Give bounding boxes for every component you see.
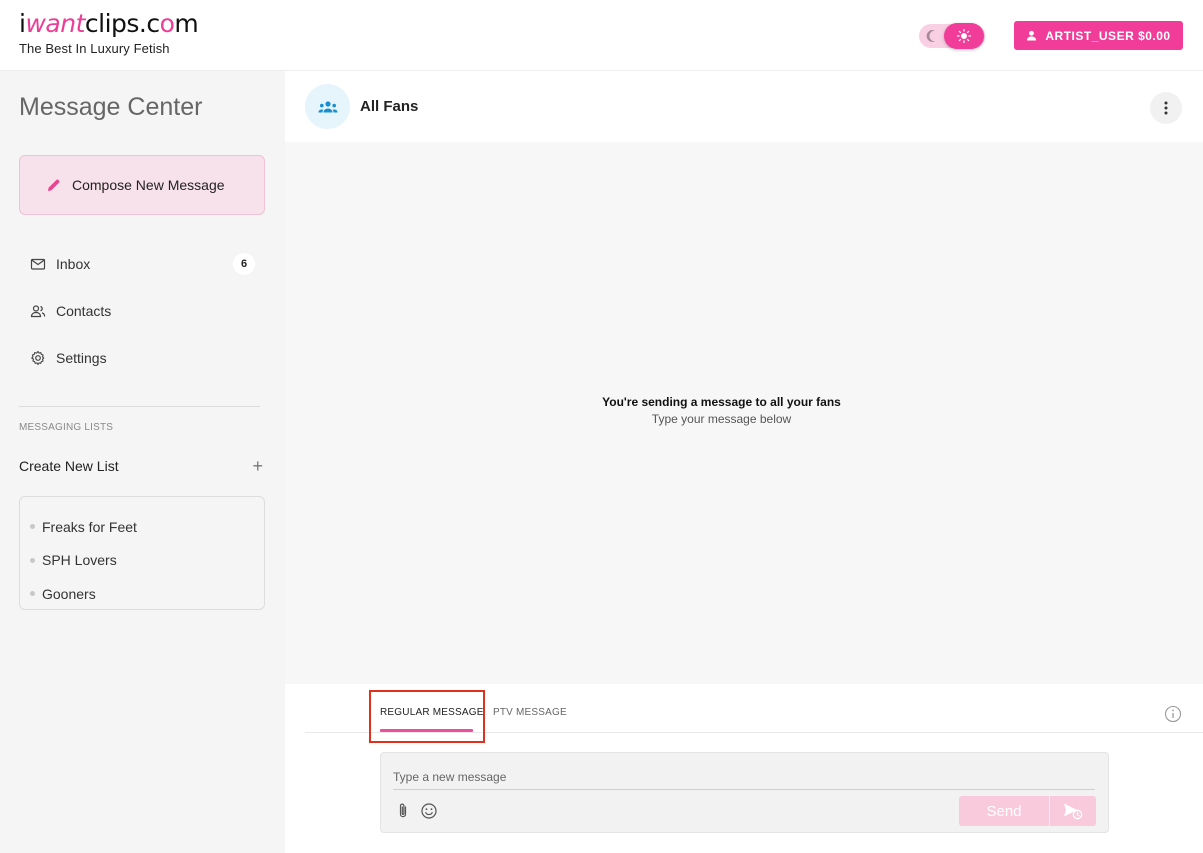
paperclip-icon[interactable] (395, 802, 411, 820)
schedule-send-icon (1064, 803, 1083, 820)
sun-icon (957, 29, 971, 43)
site-logo[interactable]: iwantclips.com The Best In Luxury Fetish (19, 9, 199, 57)
create-new-list[interactable]: Create New List + (19, 457, 263, 475)
messaging-lists-heading: MESSAGING LISTS (19, 422, 114, 433)
empty-state-title: You're sending a message to all your fan… (602, 395, 841, 409)
unread-count-badge: 6 (233, 253, 255, 275)
message-input[interactable] (393, 765, 1095, 790)
info-icon[interactable] (1164, 705, 1182, 723)
vertical-dots-icon (1164, 101, 1168, 115)
theme-toggle[interactable] (919, 23, 985, 49)
bullet-icon (30, 591, 35, 597)
send-button[interactable]: Send (959, 796, 1049, 826)
plus-icon[interactable]: + (252, 457, 263, 475)
schedule-send-button[interactable] (1050, 796, 1096, 826)
logo-text: iwantclips.com (19, 9, 199, 38)
group-avatar (305, 84, 350, 129)
conversation-panel: All Fans You're sending a message to all… (285, 71, 1203, 853)
more-options-button[interactable] (1150, 92, 1182, 124)
sidebar-item-settings[interactable]: Settings (30, 346, 255, 370)
emoji-icon[interactable] (420, 802, 438, 820)
mail-icon (30, 256, 46, 272)
empty-state-subtitle: Type your message below (651, 412, 792, 426)
sidebar-item-label: Contacts (56, 303, 112, 319)
message-type-tabs: REGULAR MESSAGE PTV MESSAGE (305, 684, 1203, 743)
moon-icon (926, 30, 935, 42)
list-item[interactable]: Gooners (20, 577, 264, 611)
sun-toggle-knob[interactable] (944, 23, 984, 49)
person-icon (1027, 30, 1037, 41)
compose-message-button[interactable]: Compose New Message (19, 155, 265, 215)
sidebar-divider (19, 406, 260, 407)
highlight-annotation (369, 690, 485, 743)
list-item[interactable]: SPH Lovers (20, 544, 264, 578)
sidebar-item-contacts[interactable]: Contacts (30, 299, 255, 323)
gear-icon (30, 350, 46, 366)
compose-label: Compose New Message (72, 177, 225, 193)
bullet-icon (30, 557, 35, 563)
top-header: iwantclips.com The Best In Luxury Fetish… (0, 0, 1203, 71)
contacts-icon (30, 303, 46, 319)
sidebar-item-label: Settings (56, 350, 107, 366)
create-list-label: Create New List (19, 458, 119, 474)
list-item[interactable]: Freaks for Feet (20, 510, 264, 544)
group-icon (318, 100, 337, 112)
logo-tagline: The Best In Luxury Fetish (19, 41, 170, 56)
page-title: Message Center (19, 93, 203, 121)
account-button-label: ARTIST_USER $0.00 (1045, 28, 1171, 43)
message-composer: Send (380, 752, 1109, 833)
sidebar: Message Center Compose New Message Inbox… (0, 71, 285, 853)
messaging-lists: Freaks for Feet SPH Lovers Gooners (19, 496, 265, 610)
pencil-icon (48, 179, 60, 191)
sidebar-item-inbox[interactable]: Inbox 6 (30, 252, 255, 276)
conversation-header: All Fans (285, 71, 1203, 142)
account-button[interactable]: ARTIST_USER $0.00 (1014, 21, 1183, 50)
message-thread: You're sending a message to all your fan… (285, 142, 1203, 684)
tab-ptv-message[interactable]: PTV MESSAGE (493, 707, 567, 718)
bullet-icon (30, 524, 35, 530)
sidebar-item-label: Inbox (56, 256, 91, 272)
conversation-title: All Fans (360, 98, 419, 115)
